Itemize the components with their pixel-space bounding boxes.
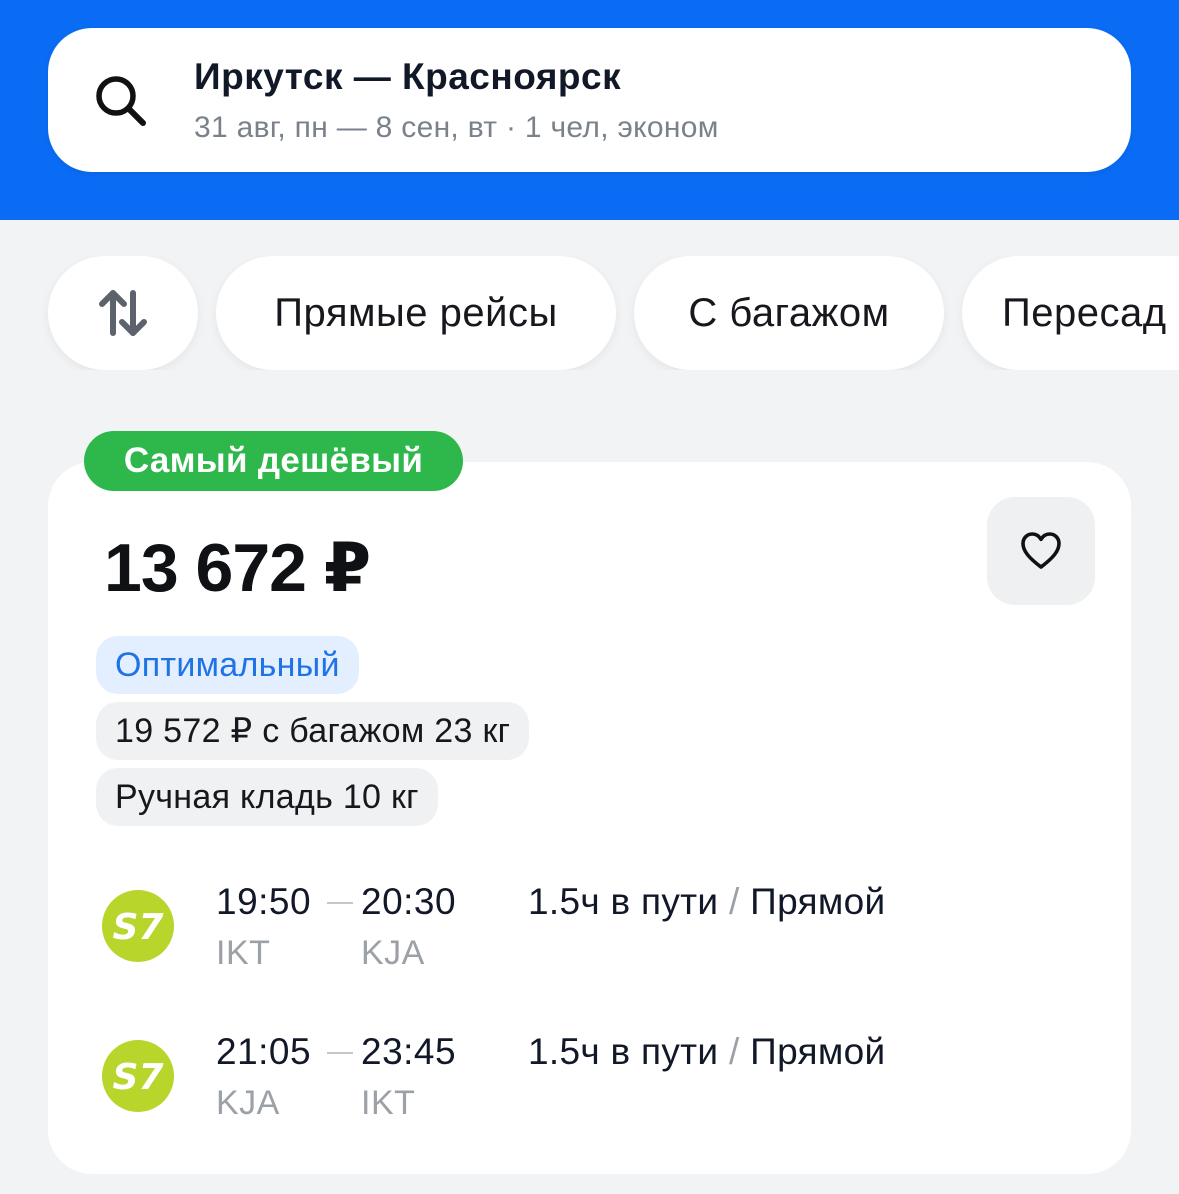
heart-icon (1021, 532, 1061, 569)
cheapest-badge: Самый дешёвый (84, 431, 463, 491)
sort-arrows-icon (99, 290, 147, 336)
filter-chips: Прямые рейсы С багажом Пересад (0, 256, 1179, 370)
duration-text: 1.5ч в пути (528, 881, 719, 922)
route-title: Иркутск — Красноярск (194, 56, 622, 97)
filter-direct-flights[interactable]: Прямые рейсы (216, 256, 616, 370)
sort-button[interactable] (48, 256, 198, 370)
duration-separator: / (728, 881, 740, 922)
duration-separator: / (728, 1031, 740, 1072)
departure-airport-code: KJA (216, 1084, 280, 1122)
s7-airline-logo: S7 (102, 1040, 174, 1112)
s7-logo-icon: S7 (113, 907, 164, 946)
arrival-airport-code: IKT (361, 1084, 416, 1122)
search-icon (96, 76, 146, 126)
flight-duration: 1.5ч в пути / Прямой (528, 1030, 885, 1074)
svg-text:S7: S7 (113, 907, 164, 946)
offer-price: 13 672 ₽ (104, 530, 371, 606)
flight-type: Прямой (750, 1031, 886, 1072)
flight-segment: S7 21:05 23:45 KJA IKT 1.5ч в пути / Пря… (0, 1028, 1179, 1128)
search-text: Иркутск — Красноярск 31 авг, пн — 8 сен,… (194, 54, 719, 148)
s7-logo-icon: S7 (113, 1057, 164, 1096)
flight-type: Прямой (750, 881, 886, 922)
departure-time: 21:05 (216, 1031, 312, 1072)
search-details: 31 авг, пн — 8 сен, вт · 1 чел, эконом (194, 111, 719, 144)
time-separator (327, 902, 353, 904)
arrival-time: 23:45 (361, 1031, 457, 1072)
departure-time: 19:50 (216, 881, 312, 922)
svg-text:S7: S7 (113, 1057, 164, 1096)
filter-transfers[interactable]: Пересад (962, 256, 1179, 370)
flight-segment: S7 19:50 20:30 IKT KJA 1.5ч в пути / Пря… (0, 878, 1179, 978)
departure-airport-code: IKT (216, 934, 271, 972)
baggage-option[interactable]: 19 572 ₽ с багажом 23 кг (96, 702, 530, 760)
fare-tag-optimal[interactable]: Оптимальный (96, 636, 359, 694)
arrival-time: 20:30 (361, 881, 457, 922)
filter-with-baggage[interactable]: С багажом (634, 256, 944, 370)
hand-luggage-tag: Ручная кладь 10 кг (96, 768, 438, 826)
s7-airline-logo: S7 (102, 890, 174, 962)
arrival-airport-code: KJA (361, 934, 425, 972)
flight-duration: 1.5ч в пути / Прямой (528, 880, 885, 924)
duration-text: 1.5ч в пути (528, 1031, 719, 1072)
time-separator (327, 1052, 353, 1054)
favorite-button[interactable] (987, 497, 1095, 605)
